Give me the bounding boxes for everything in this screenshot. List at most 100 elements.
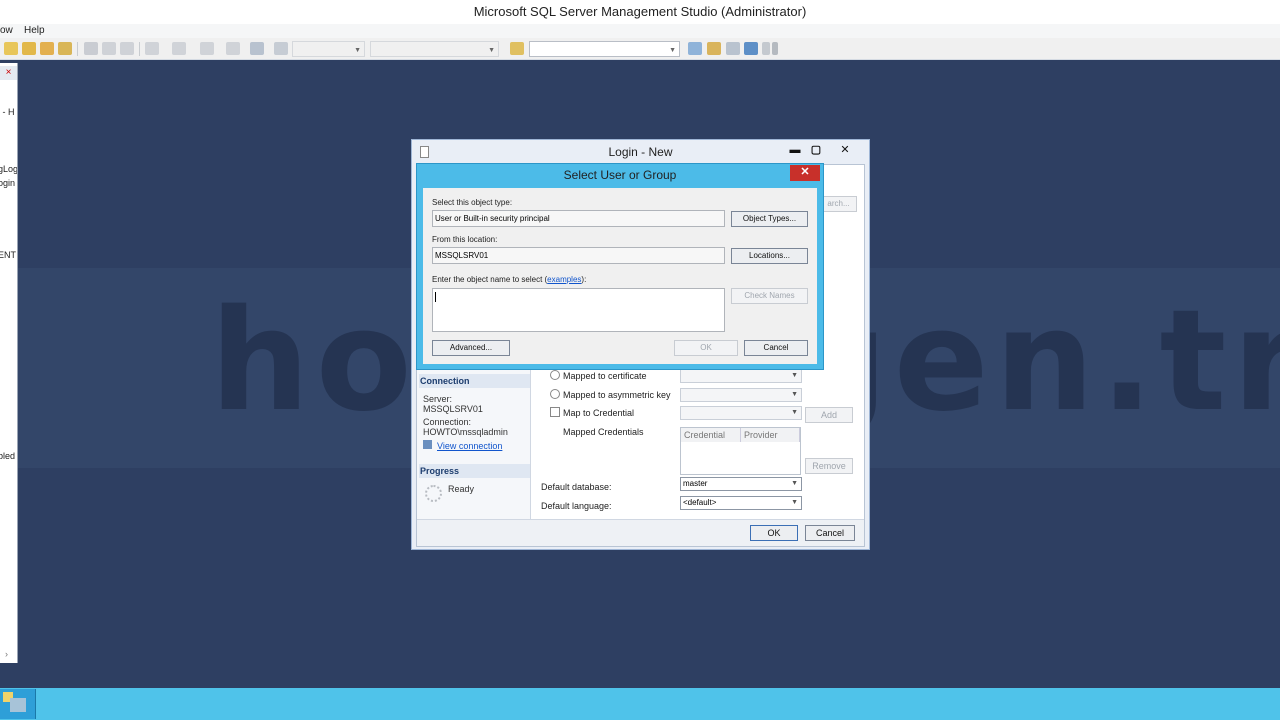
connection-label: Connection: <box>423 417 472 427</box>
app-title-bar: Microsoft SQL Server Management Studio (… <box>0 0 1280 24</box>
add-button[interactable]: Add <box>805 407 853 423</box>
select-dialog-close-button[interactable]: ✕ <box>790 165 820 181</box>
properties-icon[interactable] <box>707 42 721 55</box>
copy-icon[interactable] <box>102 42 116 55</box>
grid-header-credential[interactable]: Credential <box>681 428 741 442</box>
view-connection-link[interactable]: View connection <box>437 441 502 451</box>
configuration-combo[interactable]: ▼ <box>292 41 365 57</box>
menu-item-help[interactable]: Help <box>24 25 45 36</box>
taskbar <box>0 688 1280 720</box>
object-type-label: Select this object type: <box>432 198 513 207</box>
location-field: MSSQLSRV01 <box>432 247 725 264</box>
certificate-dropdown[interactable]: ▼ <box>680 369 802 383</box>
start-icon[interactable] <box>274 42 288 55</box>
login-dialog-title: Login - New <box>608 145 673 159</box>
find-in-files-icon[interactable] <box>510 42 524 55</box>
mapped-credentials-grid[interactable]: Credential Provider <box>680 427 801 475</box>
advanced-button[interactable]: Advanced... <box>432 340 510 356</box>
panel-fragment: l - H <box>0 107 15 117</box>
solution-icon[interactable] <box>250 42 264 55</box>
mapped-certificate-radio[interactable] <box>550 370 560 380</box>
mapped-certificate-label: Mapped to certificate <box>563 371 647 381</box>
mapped-credentials-label: Mapped Credentials <box>563 427 644 437</box>
toolbar-separator <box>139 42 140 56</box>
select-dialog-titlebar: Select User or Group <box>417 164 823 187</box>
examples-link[interactable]: examples <box>547 275 581 284</box>
default-database-label: Default database: <box>541 482 612 492</box>
dropdown-icon[interactable] <box>762 42 770 55</box>
select-dialog-body: Select this object type: User or Built-i… <box>423 188 817 364</box>
object-type-field: User or Built-in security principal <box>432 210 725 227</box>
object-types-button[interactable]: Object Types... <box>731 211 808 227</box>
credential-dropdown[interactable]: ▼ <box>680 406 802 420</box>
tools-icon <box>10 698 26 712</box>
ssms-taskbar-icon[interactable] <box>0 689 36 719</box>
platform-combo[interactable]: ▼ <box>370 41 499 57</box>
connection-value: HOWTO\mssqladmin <box>423 427 508 437</box>
search-button[interactable]: arch... <box>820 196 857 212</box>
analysis-query-icon[interactable] <box>40 42 54 55</box>
redo-icon[interactable] <box>172 42 186 55</box>
server-value: MSSQLSRV01 <box>423 404 483 414</box>
solution-explorer-icon[interactable] <box>688 42 702 55</box>
object-name-input[interactable] <box>432 288 725 332</box>
database-engine-query-icon[interactable] <box>22 42 36 55</box>
close-button[interactable]: ✕ <box>833 142 857 159</box>
grid-header-provider[interactable]: Provider <box>741 428 800 442</box>
toolbox-icon[interactable] <box>726 42 740 55</box>
object-explorer-panel[interactable]: l - H gLog ogin ENT bled › <box>0 63 18 663</box>
default-database-value: master <box>683 479 708 488</box>
new-query-icon[interactable] <box>4 42 18 55</box>
progress-header: Progress <box>419 464 530 478</box>
server-label: Server: <box>423 394 453 404</box>
open-file-icon[interactable] <box>58 42 72 55</box>
object-explorer-icon[interactable] <box>744 42 758 55</box>
asymmetric-key-dropdown[interactable]: ▼ <box>680 388 802 402</box>
mapped-asymmetric-key-radio[interactable] <box>550 389 560 399</box>
login-dialog-titlebar: Login - New ▬ ▢ ✕ <box>412 140 869 164</box>
login-ok-button[interactable]: OK <box>750 525 798 541</box>
menu-bar: ow Help <box>0 24 1280 38</box>
default-language-label: Default language: <box>541 501 612 511</box>
location-label: From this location: <box>432 235 498 244</box>
cut-icon[interactable] <box>84 42 98 55</box>
connection-header: Connection <box>419 374 530 388</box>
view-connection-icon <box>423 440 432 449</box>
panel-fragment: ogin <box>0 178 16 188</box>
undo-icon[interactable] <box>145 42 159 55</box>
maximize-button[interactable]: ▢ <box>804 142 828 159</box>
select-user-or-group-dialog: Select User or Group ✕ Select this objec… <box>416 163 824 370</box>
dialog-icon <box>420 146 429 158</box>
map-to-credential-checkbox[interactable] <box>550 407 560 417</box>
panel-fragment: ENT <box>0 250 16 260</box>
app-title: Microsoft SQL Server Management Studio (… <box>473 4 807 19</box>
panel-close-icon[interactable]: × <box>0 66 17 80</box>
default-language-value: <default> <box>683 498 717 507</box>
find-combo[interactable]: ▼ <box>529 41 680 57</box>
mapped-asymmetric-key-label: Mapped to asymmetric key <box>563 390 671 400</box>
overflow-icon[interactable] <box>772 42 778 55</box>
object-name-label: Enter the object name to select (example… <box>432 275 587 284</box>
locations-button[interactable]: Locations... <box>731 248 808 264</box>
panel-fragment: gLog <box>0 164 18 174</box>
select-cancel-button[interactable]: Cancel <box>744 340 808 356</box>
map-to-credential-label: Map to Credential <box>563 408 635 418</box>
navigate-backward-icon[interactable] <box>200 42 214 55</box>
progress-spinner-icon <box>425 485 442 502</box>
navigate-forward-icon[interactable] <box>226 42 240 55</box>
paste-icon[interactable] <box>120 42 134 55</box>
progress-status: Ready <box>448 484 475 494</box>
default-language-dropdown[interactable]: <default> ▼ <box>680 496 802 510</box>
panel-fragment: bled <box>0 451 16 461</box>
check-names-button[interactable]: Check Names <box>731 288 808 304</box>
remove-button[interactable]: Remove <box>805 458 853 474</box>
scroll-right-icon[interactable]: › <box>5 649 8 659</box>
toolbar: ▼ ▼ ▼ <box>0 38 1280 60</box>
login-cancel-button[interactable]: Cancel <box>805 525 855 541</box>
default-database-dropdown[interactable]: master ▼ <box>680 477 802 491</box>
select-dialog-title: Select User or Group <box>563 168 677 182</box>
text-cursor <box>435 292 436 302</box>
select-ok-button[interactable]: OK <box>674 340 738 356</box>
toolbar-separator <box>77 42 78 56</box>
menu-item-window[interactable]: ow <box>0 25 13 36</box>
